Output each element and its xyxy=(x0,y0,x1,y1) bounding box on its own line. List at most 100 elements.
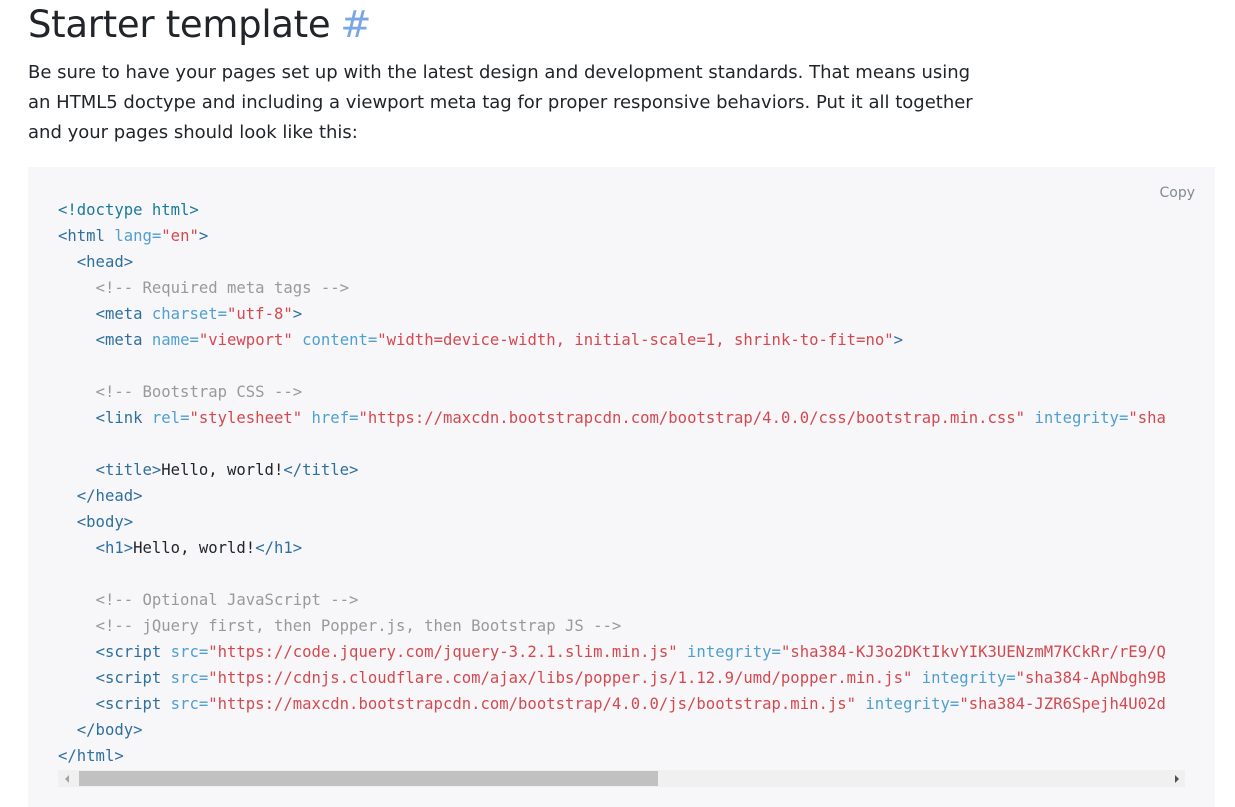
code-line: <link rel="stylesheet" href="https://max… xyxy=(58,405,1185,431)
horizontal-scrollbar[interactable] xyxy=(58,770,1185,787)
code-token-attr: name= xyxy=(151,331,199,349)
code-line: <!-- jQuery first, then Popper.js, then … xyxy=(58,613,1185,639)
code-token-com: <!-- jQuery first, then Popper.js, then … xyxy=(95,617,622,635)
scroll-left-arrow[interactable] xyxy=(58,770,75,787)
code-token-txt: Hello, world! xyxy=(161,461,284,479)
code-token-tag: </head> xyxy=(76,487,143,505)
code-token-str: "stylesheet" xyxy=(189,409,303,427)
code-line: <title>Hello, world!</title> xyxy=(58,457,1185,483)
code-token-str: "sha384-JZR6Spejh4U02d xyxy=(959,695,1166,713)
code-token-com: <!-- Optional JavaScript --> xyxy=(95,591,359,609)
code-block: <!doctype html> <html lang="en"> <head> <… xyxy=(58,197,1185,769)
code-line: <script src="https://maxcdn.bootstrapcdn… xyxy=(58,691,1185,717)
code-token-tag: <meta xyxy=(95,305,152,323)
code-token-attr: src= xyxy=(170,695,209,713)
code-token-tag: </body> xyxy=(76,721,143,739)
code-token-tag: <html xyxy=(58,227,115,245)
code-token-str: "en" xyxy=(161,227,199,245)
section-heading: Starter template # xyxy=(28,0,371,50)
code-token-str: "viewport" xyxy=(198,331,293,349)
code-token-tag: <title> xyxy=(95,461,162,479)
code-token-tag: <head> xyxy=(76,253,134,271)
code-token-tag: <script xyxy=(95,643,171,661)
code-token-attr: integrity= xyxy=(1034,409,1129,427)
code-token-tag: > xyxy=(292,305,303,323)
code-line: <meta name="viewport" content="width=dev… xyxy=(58,327,1185,353)
code-token-str: "https://maxcdn.bootstrapcdn.com/bootstr… xyxy=(358,409,1026,427)
code-token-str: "https://code.jquery.com/jquery-3.2.1.sl… xyxy=(208,643,678,661)
code-line: <script src="https://code.jquery.com/jqu… xyxy=(58,639,1185,665)
code-token-tag: <script xyxy=(95,695,171,713)
code-line: <!-- Bootstrap CSS --> xyxy=(58,379,1185,405)
code-line: <head> xyxy=(58,249,1185,275)
code-token-str: "width=device-width, initial-scale=1, sh… xyxy=(377,331,894,349)
code-token-tag: <script xyxy=(95,669,171,687)
code-scroll-area[interactable]: <!doctype html> <html lang="en"> <head> <… xyxy=(58,197,1185,771)
code-token-attr: lang= xyxy=(114,227,162,245)
code-token-tag: </h1> xyxy=(255,539,303,557)
code-line: <meta charset="utf-8"> xyxy=(58,301,1185,327)
code-token-tag: </html> xyxy=(58,747,124,765)
code-token-tag: <meta xyxy=(95,331,152,349)
code-token-tag: <h1> xyxy=(95,539,134,557)
code-token-com: <!-- Required meta tags --> xyxy=(95,279,350,297)
heading-anchor-link[interactable]: # xyxy=(340,3,371,46)
scroll-right-arrow[interactable] xyxy=(1168,770,1185,787)
code-example: Copy <!doctype html> <html lang="en"> <he… xyxy=(28,167,1215,807)
code-line: <!-- Required meta tags --> xyxy=(58,275,1185,301)
code-token-txt: Hello, world! xyxy=(133,539,256,557)
docs-page: Starter template # Be sure to have your p… xyxy=(0,0,1235,807)
section-description: Be sure to have your pages set up with t… xyxy=(28,62,973,143)
left-arrow-icon xyxy=(64,774,69,783)
code-token-str: "https://cdnjs.cloudflare.com/ajax/libs/… xyxy=(208,669,913,687)
code-token-attr: integrity= xyxy=(921,669,1016,687)
scrollbar-thumb[interactable] xyxy=(79,771,658,786)
code-line: </head> xyxy=(58,483,1185,509)
code-token-str: "https://maxcdn.bootstrapcdn.com/bootstr… xyxy=(208,695,857,713)
code-line: <!doctype html> xyxy=(58,197,1185,223)
code-token-tag: > xyxy=(198,227,209,245)
code-line: <body> xyxy=(58,509,1185,535)
code-token-attr: charset= xyxy=(151,305,228,323)
code-token-attr: href= xyxy=(311,409,359,427)
code-token-attr: integrity= xyxy=(865,695,960,713)
code-token-tag: <link xyxy=(95,409,152,427)
code-token-tag: </title> xyxy=(283,461,359,479)
right-arrow-icon xyxy=(1174,774,1179,783)
code-line: </html> xyxy=(58,743,1185,769)
code-line: <h1>Hello, world!</h1> xyxy=(58,535,1185,561)
code-token-str: "utf-8" xyxy=(227,305,293,323)
code-token-attr: rel= xyxy=(151,409,190,427)
code-token-attr: src= xyxy=(170,669,209,687)
code-token-tag: > xyxy=(893,331,903,349)
code-token-tag: <body> xyxy=(76,513,134,531)
code-token-attr: content= xyxy=(302,331,378,349)
code-line: <html lang="en"> xyxy=(58,223,1185,249)
code-line: </body> xyxy=(58,717,1185,743)
code-token-attr: src= xyxy=(170,643,209,661)
code-line: <!-- Optional JavaScript --> xyxy=(58,587,1185,613)
code-token-str: "sha384-ApNbgh9B xyxy=(1015,669,1166,687)
